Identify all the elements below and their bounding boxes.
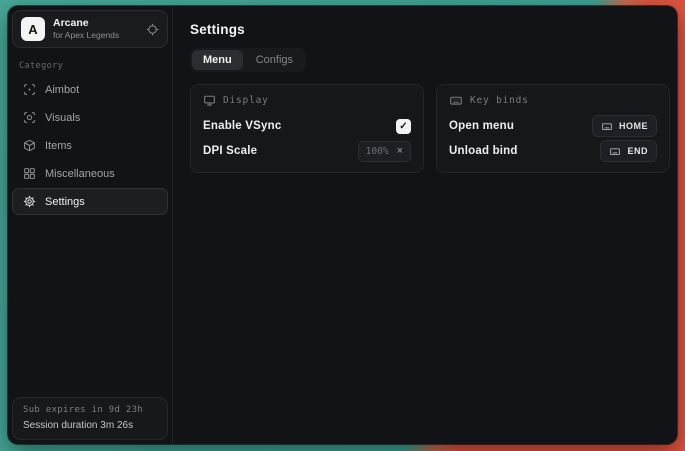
sidebar-item-label: Settings [45, 196, 85, 208]
app-window: A Arcane for Apex Legends Category [8, 6, 677, 444]
sidebar-item-label: Aimbot [45, 84, 79, 96]
keybinds-card-title: Key binds [470, 95, 529, 106]
unload-bind-label: Unload bind [449, 145, 518, 157]
target-icon[interactable] [146, 23, 159, 36]
grid-icon [22, 167, 36, 180]
dpi-row: DPI Scale 100% × [203, 141, 411, 161]
keybinds-card: Key binds Open menu HOME Unload bin [436, 84, 670, 173]
open-menu-keybind[interactable]: HOME [592, 115, 657, 137]
clear-icon[interactable]: × [397, 146, 403, 157]
open-menu-label: Open menu [449, 120, 514, 132]
sidebar-item-label: Visuals [45, 112, 80, 124]
settings-cards: Display Enable VSync ✓ DPI Scale 100% × [190, 84, 670, 173]
sidebar: A Arcane for Apex Legends Category [8, 6, 173, 444]
category-label: Category [19, 61, 162, 71]
unload-bind-row: Unload bind END [449, 141, 657, 161]
sidebar-item-label: Items [45, 140, 72, 152]
tab-menu[interactable]: Menu [192, 50, 243, 70]
main-content: Settings Menu Configs Display [173, 6, 677, 444]
unload-key: END [627, 146, 648, 156]
sidebar-item-label: Miscellaneous [45, 168, 115, 180]
app-logo: A [21, 17, 45, 41]
session-duration-text: Session duration 3m 26s [23, 420, 157, 431]
app-name: Arcane [53, 17, 138, 29]
sidebar-nav: Aimbot Visuals [12, 76, 168, 215]
open-menu-key: HOME [619, 121, 648, 131]
sidebar-item-aimbot[interactable]: Aimbot [12, 76, 168, 103]
tab-bar: Menu Configs [190, 48, 306, 72]
keyboard-icon [601, 121, 613, 132]
display-card: Display Enable VSync ✓ DPI Scale 100% × [190, 84, 424, 173]
dpi-label: DPI Scale [203, 145, 257, 157]
keyboard-icon [609, 146, 621, 157]
monitor-icon [203, 94, 216, 107]
keybinds-card-header: Key binds [449, 94, 657, 107]
vsync-checkbox[interactable]: ✓ [396, 119, 411, 134]
display-card-header: Display [203, 94, 411, 107]
sidebar-item-miscellaneous[interactable]: Miscellaneous [12, 160, 168, 187]
dpi-scale-value[interactable]: 100% [366, 146, 389, 157]
dpi-scale-input[interactable]: 100% × [358, 141, 411, 162]
scan-eye-icon [22, 111, 36, 124]
sidebar-item-items[interactable]: Items [12, 132, 168, 159]
sub-expiry-text: Sub expires in 9d 23h [23, 405, 157, 415]
profile-card[interactable]: A Arcane for Apex Legends [12, 10, 168, 48]
sidebar-item-visuals[interactable]: Visuals [12, 104, 168, 131]
app-subtitle: for Apex Legends [53, 31, 138, 41]
display-card-title: Display [223, 95, 269, 106]
package-icon [22, 139, 36, 152]
crosshair-scan-icon [22, 83, 36, 96]
vsync-row: Enable VSync ✓ [203, 116, 411, 136]
open-menu-row: Open menu HOME [449, 116, 657, 136]
tab-configs[interactable]: Configs [245, 50, 304, 70]
unload-keybind[interactable]: END [600, 140, 657, 162]
vsync-label: Enable VSync [203, 120, 281, 132]
sidebar-item-settings[interactable]: Settings [12, 188, 168, 215]
profile-meta: Arcane for Apex Legends [53, 17, 138, 41]
keyboard-icon [449, 94, 463, 107]
gear-icon [22, 195, 36, 208]
subscription-card: Sub expires in 9d 23h Session duration 3… [12, 397, 168, 440]
page-title: Settings [190, 22, 670, 37]
